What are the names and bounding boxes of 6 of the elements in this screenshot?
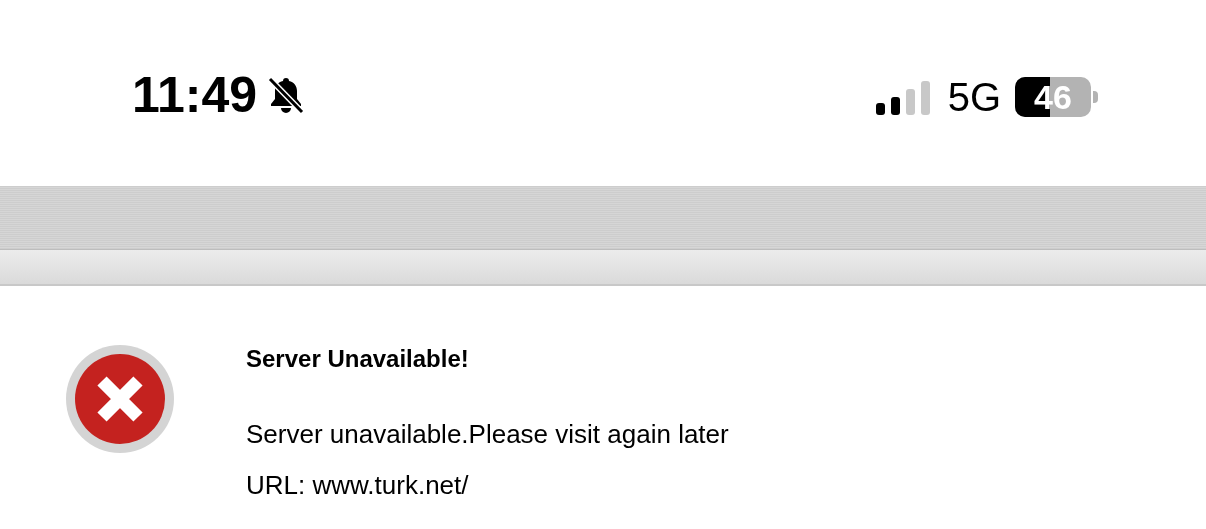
- network-label: 5G: [947, 77, 1001, 117]
- error-url: URL: www.turk.net/: [246, 468, 470, 501]
- error-title: Server Unavailable!: [246, 344, 470, 374]
- error-message: Server unavailable.Please visit again later: [246, 418, 729, 451]
- clock-time: 11:49: [132, 70, 258, 120]
- battery-tip-icon: [1093, 91, 1098, 103]
